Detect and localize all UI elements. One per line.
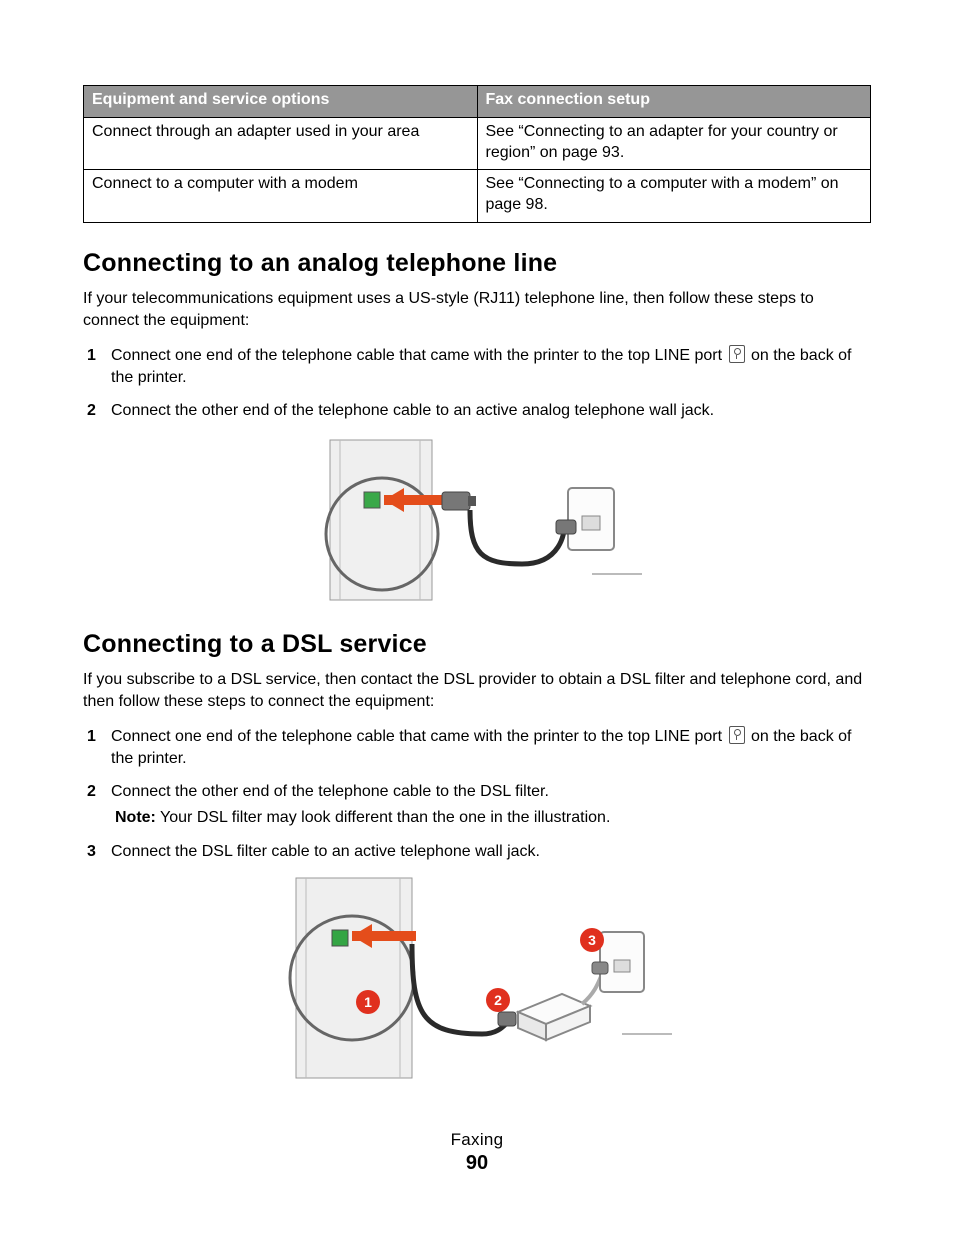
table-header-left: Equipment and service options bbox=[84, 86, 478, 118]
svg-text:3: 3 bbox=[588, 932, 596, 948]
list-item: 1 Connect one end of the telephone cable… bbox=[83, 726, 871, 769]
note: Note: Your DSL filter may look different… bbox=[115, 807, 871, 829]
page-number: 90 bbox=[0, 1152, 954, 1175]
intro-dsl: If you subscribe to a DSL service, then … bbox=[83, 669, 871, 712]
step-number: 2 bbox=[87, 781, 96, 803]
step-text: Connect the DSL filter cable to an activ… bbox=[111, 843, 540, 860]
svg-text:2: 2 bbox=[494, 992, 502, 1008]
illustration-analog-connection bbox=[312, 434, 642, 604]
cell-option: Connect to a computer with a modem bbox=[84, 170, 478, 223]
cell-setup: See “Connecting to an adapter for your c… bbox=[477, 117, 871, 170]
table-header-right: Fax connection setup bbox=[477, 86, 871, 118]
list-item: 1 Connect one end of the telephone cable… bbox=[83, 345, 871, 388]
equipment-options-table: Equipment and service options Fax connec… bbox=[83, 85, 871, 223]
list-item: 2 Connect the other end of the telephone… bbox=[83, 400, 871, 422]
heading-dsl: Connecting to a DSL service bbox=[83, 630, 871, 659]
step-text: Connect the other end of the telephone c… bbox=[111, 783, 549, 800]
step-number: 2 bbox=[87, 400, 96, 422]
step-number: 3 bbox=[87, 841, 96, 863]
cell-option: Connect through an adapter used in your … bbox=[84, 117, 478, 170]
page-footer: Faxing 90 bbox=[0, 1130, 954, 1175]
step-text: Connect the other end of the telephone c… bbox=[111, 402, 714, 419]
note-body: Your DSL filter may look different than … bbox=[156, 809, 611, 826]
intro-analog: If your telecommunications equipment use… bbox=[83, 288, 871, 331]
document-page: Equipment and service options Fax connec… bbox=[0, 0, 954, 1235]
table-row: Connect to a computer with a modem See “… bbox=[84, 170, 871, 223]
footer-section-name: Faxing bbox=[0, 1130, 954, 1150]
illustration-dsl-connection: 1 2 3 bbox=[282, 874, 672, 1084]
steps-analog: 1 Connect one end of the telephone cable… bbox=[83, 345, 871, 422]
step-number: 1 bbox=[87, 726, 96, 748]
cell-setup: See “Connecting to a computer with a mod… bbox=[477, 170, 871, 223]
steps-dsl: 1 Connect one end of the telephone cable… bbox=[83, 726, 871, 862]
list-item: 2 Connect the other end of the telephone… bbox=[83, 781, 871, 828]
svg-text:1: 1 bbox=[364, 994, 372, 1010]
step-number: 1 bbox=[87, 345, 96, 367]
line-port-icon bbox=[729, 345, 745, 363]
step-text: Connect one end of the telephone cable t… bbox=[111, 347, 727, 364]
note-label: Note: bbox=[115, 809, 156, 826]
table-row: Connect through an adapter used in your … bbox=[84, 117, 871, 170]
step-text: Connect one end of the telephone cable t… bbox=[111, 728, 727, 745]
line-port-icon bbox=[729, 726, 745, 744]
list-item: 3 Connect the DSL filter cable to an act… bbox=[83, 841, 871, 863]
heading-analog: Connecting to an analog telephone line bbox=[83, 249, 871, 278]
